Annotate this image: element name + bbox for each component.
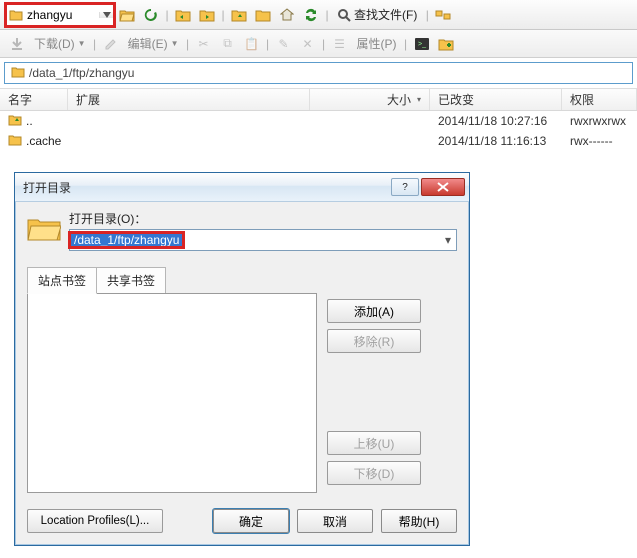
tab-shared-bookmarks[interactable]: 共享书签: [96, 267, 166, 294]
remove-bookmark-button: 移除(R): [327, 329, 421, 353]
dialog-footer: Location Profiles(L)... 确定 取消 帮助(H): [15, 501, 469, 545]
toolbar-separator: |: [185, 37, 191, 51]
open-dir-label: 打开目录(O)：: [69, 210, 457, 227]
chevron-down-icon[interactable]: [99, 12, 113, 18]
properties-label: 属性(P): [357, 35, 397, 52]
bookmark-list[interactable]: [27, 293, 317, 493]
properties-icon: ☰: [329, 33, 351, 55]
edit-label: 编辑(E): [128, 35, 168, 52]
main-toolbar: zhangyu | | | 查找文件(F) |: [0, 0, 637, 30]
row-perm: rwx------: [562, 134, 637, 148]
help-button[interactable]: 帮助(H): [381, 509, 457, 533]
properties-menu: 属性(P): [353, 33, 401, 55]
row-changed: 2014/11/18 10:27:16: [430, 114, 562, 128]
open-remote-icon[interactable]: [116, 4, 138, 26]
download-label: 下载(D): [34, 35, 75, 52]
open-directory-dialog: 打开目录 ? 打开目录(O)： /data_1/ftp/zhangyu ▾: [14, 172, 470, 546]
column-ext[interactable]: 扩展: [68, 89, 310, 110]
delete-icon: ✕: [297, 33, 319, 55]
move-down-button: 下移(D): [327, 461, 421, 485]
row-perm: rwxrwxrwx: [562, 114, 637, 128]
help-icon[interactable]: ?: [391, 178, 419, 196]
location-profiles-button[interactable]: Location Profiles(L)...: [27, 509, 163, 533]
open-path-combo[interactable]: /data_1/ftp/zhangyu ▾: [69, 229, 457, 251]
toolbar-separator: |: [403, 37, 409, 51]
home-icon[interactable]: [276, 4, 298, 26]
toolbar-separator: |: [92, 37, 98, 51]
paste-icon: 📋: [241, 33, 263, 55]
toolbar-separator: |: [265, 37, 271, 51]
find-files-button[interactable]: 查找文件(F): [332, 4, 422, 26]
new-folder-icon[interactable]: [435, 33, 457, 55]
column-perm[interactable]: 权限: [562, 89, 637, 110]
folder-forward-icon[interactable]: [196, 4, 218, 26]
table-row[interactable]: .cache 2014/11/18 11:16:13 rwx------: [0, 131, 637, 151]
move-up-button: 上移(U): [327, 431, 421, 455]
toolbar-separator: |: [424, 8, 430, 22]
folder-back-icon[interactable]: [172, 4, 194, 26]
folder-up-icon: [8, 114, 22, 129]
svg-text:>_: >_: [418, 41, 426, 48]
folder-icon: [7, 9, 25, 21]
row-changed: 2014/11/18 11:16:13: [430, 134, 562, 148]
bookmark-tabs: 站点书签 共享书签: [27, 267, 457, 294]
chevron-down-icon: ▼: [171, 39, 179, 48]
tab-site-bookmarks[interactable]: 站点书签: [27, 267, 97, 294]
rename-icon: ✎: [273, 33, 295, 55]
folder-icon: [8, 134, 22, 149]
folder-icon: [11, 66, 25, 81]
edit-icon: [100, 33, 122, 55]
close-icon[interactable]: [421, 178, 465, 196]
refresh-icon[interactable]: [140, 4, 162, 26]
table-header: 名字 扩展 大小▾ 已改变 权限: [0, 89, 637, 111]
dialog-title: 打开目录: [23, 179, 389, 196]
dialog-titlebar[interactable]: 打开目录 ?: [15, 173, 469, 202]
folder-root-icon[interactable]: [252, 4, 274, 26]
copy-icon: ⧉: [217, 33, 239, 55]
column-name[interactable]: 名字: [0, 89, 68, 110]
find-files-label: 查找文件(F): [354, 6, 417, 23]
file-list: 名字 扩展 大小▾ 已改变 权限 .. 2014/11/18 10:27:16 …: [0, 88, 637, 151]
cut-icon: ✂: [193, 33, 215, 55]
folder-open-icon: [27, 215, 63, 246]
add-bookmark-button[interactable]: 添加(A): [327, 299, 421, 323]
column-changed[interactable]: 已改变: [430, 89, 562, 110]
dialog-body: 打开目录(O)： /data_1/ftp/zhangyu ▾ 站点书签 共享书签…: [15, 202, 469, 501]
cancel-button[interactable]: 取消: [297, 509, 373, 533]
open-path-value: /data_1/ftp/zhangyu: [71, 232, 182, 248]
folder-up-icon[interactable]: [228, 4, 250, 26]
secondary-toolbar: 下载(D) ▼ | 编辑(E) ▼ | ✂ ⧉ 📋 | ✎ ✕ | ☰ 属性(P…: [0, 30, 637, 58]
row-name: .cache: [26, 134, 61, 148]
toolbar-separator: |: [220, 8, 226, 22]
edit-menu: 编辑(E) ▼: [124, 33, 183, 55]
toolbar-separator: |: [164, 8, 170, 22]
row-name: ..: [26, 114, 33, 128]
address-combo[interactable]: zhangyu: [6, 4, 114, 26]
table-body: .. 2014/11/18 10:27:16 rwxrwxrwx .cache …: [0, 111, 637, 151]
ok-button[interactable]: 确定: [213, 509, 289, 533]
sync-icon[interactable]: [300, 4, 322, 26]
toolbar-separator: |: [321, 37, 327, 51]
path-bar[interactable]: /data_1/ftp/zhangyu: [4, 62, 633, 84]
chevron-down-icon: ▼: [78, 39, 86, 48]
terminal-icon[interactable]: >_: [411, 33, 433, 55]
link-icon[interactable]: [432, 4, 454, 26]
download-icon: [6, 33, 28, 55]
sort-desc-icon: ▾: [417, 95, 421, 104]
toolbar-separator: |: [324, 8, 330, 22]
table-row[interactable]: .. 2014/11/18 10:27:16 rwxrwxrwx: [0, 111, 637, 131]
chevron-down-icon[interactable]: ▾: [440, 233, 456, 247]
address-combo-text: zhangyu: [25, 8, 99, 22]
path-text: /data_1/ftp/zhangyu: [29, 66, 134, 80]
download-menu: 下载(D) ▼: [30, 33, 90, 55]
column-size[interactable]: 大小▾: [310, 89, 430, 110]
